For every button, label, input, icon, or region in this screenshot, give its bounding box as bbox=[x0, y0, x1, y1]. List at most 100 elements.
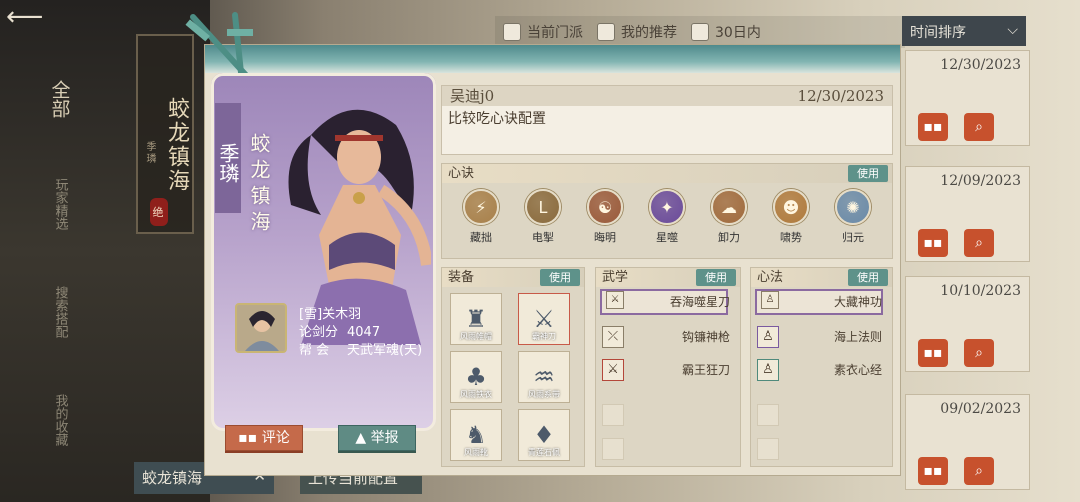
empty-slot[interactable] bbox=[757, 404, 779, 426]
filter-current-school[interactable]: 当前门派 bbox=[503, 22, 583, 42]
nav-item-featured[interactable]: 玩家精选 bbox=[51, 178, 70, 248]
wuxue-use-button[interactable]: 使用 bbox=[696, 269, 736, 286]
xinfa-name: 大藏神功 bbox=[833, 295, 882, 309]
xinfa-title: 心法 bbox=[757, 270, 784, 285]
xinjue-skill[interactable]: ✦ 星噬 bbox=[642, 189, 692, 245]
equip-caption: 风雨靴 bbox=[464, 448, 488, 457]
search-icon[interactable]: ⌕ bbox=[964, 229, 994, 257]
search-icon[interactable]: ⌕ bbox=[964, 339, 994, 367]
skill-name: 晦明 bbox=[594, 231, 616, 244]
post-author: 吴迪j0 bbox=[450, 87, 495, 105]
post-text: 比较吃心诀配置 bbox=[448, 111, 546, 127]
wuxue-item[interactable]: ⚔ 吞海噬星刀 bbox=[596, 287, 740, 320]
spear-icon: ⤫ bbox=[602, 326, 624, 348]
comment-icon[interactable]: ▪▪ bbox=[918, 229, 948, 257]
sort-dropdown[interactable]: 时间排序 ⌵ bbox=[902, 16, 1026, 46]
post-date: 10/10/2023 bbox=[940, 283, 1021, 299]
equip-icon: ♞ bbox=[465, 421, 487, 449]
back-arrow-icon: ⟵ bbox=[6, 2, 44, 32]
xinjue-skill[interactable]: ☁ 卸力 bbox=[704, 189, 754, 245]
post-card[interactable]: 10/10/2023 ▪▪ ⌕ bbox=[905, 276, 1030, 372]
checkbox[interactable] bbox=[597, 23, 615, 41]
report-button[interactable]: ▲ 举报 bbox=[338, 425, 416, 451]
post-card[interactable]: 09/02/2023 ▪▪ ⌕ bbox=[905, 394, 1030, 490]
equip-slot[interactable]: ♞ 风雨靴 bbox=[450, 409, 502, 461]
post-comment-box: 吴迪j0 12/30/2023 比较吃心诀配置 bbox=[441, 85, 893, 155]
equip-slot[interactable]: ♦ 青莲石佩 bbox=[518, 409, 570, 461]
equip-icon: ♣ bbox=[465, 363, 487, 391]
skill-icon: ☻ bbox=[773, 189, 809, 225]
empty-slot[interactable] bbox=[757, 438, 779, 460]
xinfa-item[interactable]: ♙ 素衣心经 bbox=[751, 353, 892, 386]
wuxue-item[interactable]: ⚔ 霸王狂刀 bbox=[596, 353, 740, 386]
wuxue-section: 武学 使用 ⚔ 吞海噬星刀 ⤫ 钩镰神枪 ⚔ 霸王狂刀 bbox=[595, 267, 741, 467]
xinfa-name: 海上法则 bbox=[833, 330, 882, 344]
post-date: 09/02/2023 bbox=[940, 401, 1021, 417]
empty-slot[interactable] bbox=[602, 438, 624, 460]
xinjue-use-button[interactable]: 使用 bbox=[848, 165, 888, 182]
post-card[interactable]: 12/30/2023 ▪▪ ⌕ bbox=[905, 50, 1030, 146]
avatar[interactable] bbox=[235, 303, 287, 353]
seal-badge: 绝 bbox=[150, 198, 168, 226]
comment-icon[interactable]: ▪▪ bbox=[918, 113, 948, 141]
equip-slot[interactable]: ♒ 风雨系带 bbox=[518, 351, 570, 403]
skill-icon: ⚡ bbox=[463, 189, 499, 225]
wuxue-title: 武学 bbox=[602, 270, 629, 285]
report-button-label: 举报 bbox=[370, 430, 399, 446]
xinfa-item[interactable]: ♙ 海上法则 bbox=[751, 320, 892, 353]
character-name: 蛟龙镇海 bbox=[247, 133, 271, 237]
equip-caption: 霸神刀 bbox=[532, 332, 556, 341]
equip-caption: 青莲石佩 bbox=[528, 448, 560, 457]
equip-icon: ⚔ bbox=[533, 305, 555, 333]
warning-icon: ▲ bbox=[355, 430, 367, 446]
wuxue-name: 吞海噬星刀 bbox=[669, 295, 730, 309]
xinfa-item[interactable]: ♙ 大藏神功 bbox=[751, 287, 892, 320]
checkbox[interactable] bbox=[691, 23, 709, 41]
skill-name: 啸势 bbox=[780, 231, 802, 244]
comment-icon[interactable]: ▪▪ bbox=[918, 339, 948, 367]
search-icon[interactable]: ⌕ bbox=[964, 457, 994, 485]
xinjue-skill[interactable]: ☯ 晦明 bbox=[580, 189, 630, 245]
filter-label: 当前门派 bbox=[527, 25, 583, 41]
figure-icon: ♙ bbox=[757, 326, 779, 348]
empty-slot[interactable] bbox=[602, 404, 624, 426]
filter-my-recommend[interactable]: 我的推荐 bbox=[597, 22, 677, 42]
xinfa-use-button[interactable]: 使用 bbox=[848, 269, 888, 286]
post-date: 12/30/2023 bbox=[940, 57, 1021, 73]
nav-item-favorites[interactable]: 我的收藏 bbox=[51, 394, 70, 464]
blade-icon: ⚔ bbox=[606, 291, 624, 309]
comment-icon[interactable]: ▪▪ bbox=[918, 457, 948, 485]
xinjue-header: 心诀 使用 bbox=[442, 164, 892, 183]
equip-header: 装备 使用 bbox=[442, 268, 584, 287]
wuxue-item[interactable]: ⤫ 钩镰神枪 bbox=[596, 320, 740, 353]
skill-icon: ✺ bbox=[835, 189, 871, 225]
equip-slot[interactable]: ♜ 风雨帷帽 bbox=[450, 293, 502, 345]
post-card[interactable]: 12/09/2023 ▪▪ ⌕ bbox=[905, 166, 1030, 262]
nav-item-search[interactable]: 搜索搭配 bbox=[51, 286, 70, 356]
skill-icon: ᒪ bbox=[525, 189, 561, 225]
xinjue-skill[interactable]: ᒪ 电掣 bbox=[518, 189, 568, 245]
search-icon[interactable]: ⌕ bbox=[964, 113, 994, 141]
xinfa-section: 心法 使用 ♙ 大藏神功 ♙ 海上法则 ♙ 素衣心经 bbox=[750, 267, 893, 467]
back-button[interactable]: ⟵ bbox=[6, 4, 60, 32]
character-ribbon: 季璘 bbox=[215, 103, 241, 213]
nav-item-all[interactable]: 全部 bbox=[47, 80, 74, 140]
skill-name: 归元 bbox=[842, 231, 864, 244]
xinjue-skill[interactable]: ⚡ 藏拙 bbox=[456, 189, 506, 245]
guild-value: 天武军魂(天) bbox=[347, 343, 423, 358]
chevron-down-icon: ⌵ bbox=[1007, 22, 1018, 38]
equip-slot[interactable]: ♣ 风雨铁衣 bbox=[450, 351, 502, 403]
skill-name: 卸力 bbox=[718, 231, 740, 244]
post-header: 吴迪j0 12/30/2023 bbox=[442, 86, 892, 106]
wuxue-name: 钩镰神枪 bbox=[681, 330, 730, 344]
xinjue-skill[interactable]: ✺ 归元 bbox=[828, 189, 878, 245]
filter-30-days[interactable]: 30日内 bbox=[691, 22, 761, 42]
equip-slot[interactable]: ⚔ 霸神刀 bbox=[518, 293, 570, 345]
comment-button[interactable]: ▪▪ 评论 bbox=[225, 425, 303, 451]
equip-use-button[interactable]: 使用 bbox=[540, 269, 580, 286]
xinjue-skill[interactable]: ☻ 啸势 bbox=[766, 189, 816, 245]
xinfa-header: 心法 使用 bbox=[751, 268, 892, 287]
equip-caption: 风雨铁衣 bbox=[460, 390, 492, 399]
xinjue-title: 心诀 bbox=[448, 166, 475, 181]
checkbox[interactable] bbox=[503, 23, 521, 41]
